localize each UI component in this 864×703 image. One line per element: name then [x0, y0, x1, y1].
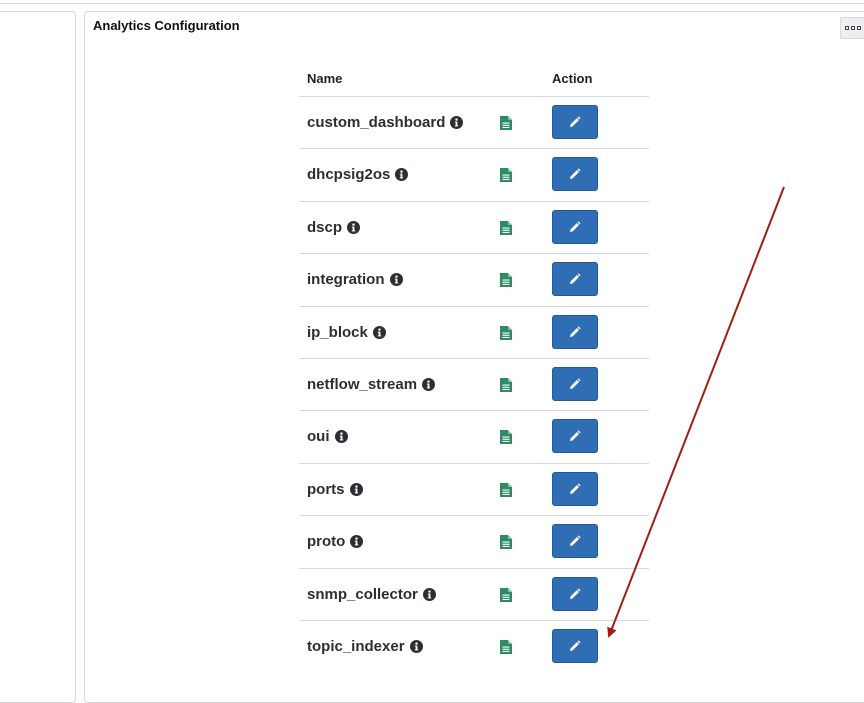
top-divider	[0, 3, 864, 4]
config-name: snmp_collector	[307, 586, 436, 603]
info-circle-icon[interactable]	[409, 639, 423, 653]
document-icon[interactable]	[499, 534, 513, 550]
table-row: oui	[299, 411, 649, 464]
info-circle-icon[interactable]	[450, 116, 464, 129]
config-name-label: custom_dashboard	[307, 114, 446, 131]
document-icon[interactable]	[499, 377, 513, 393]
edit-button[interactable]	[552, 262, 598, 297]
config-name-label: oui	[307, 428, 330, 446]
table-header: Name Action	[299, 64, 649, 97]
table-row: integration	[299, 254, 649, 307]
config-name-label: proto	[307, 533, 346, 551]
panel-title: Analytics Configuration	[93, 18, 240, 33]
config-name-label: netflow_stream	[307, 375, 418, 393]
info-circle-icon[interactable]	[350, 535, 364, 549]
info-circle-icon[interactable]	[349, 482, 363, 496]
document-icon[interactable]	[499, 115, 513, 131]
table-row: dscp	[299, 202, 649, 255]
pencil-icon	[569, 483, 581, 495]
panel-menu-icon[interactable]	[840, 17, 864, 39]
info-circle-icon[interactable]	[347, 220, 361, 234]
table-row: snmp_collector	[299, 569, 649, 621]
config-table: Name Action custom_dashboard dhcpsig2os ds…	[299, 64, 649, 672]
edit-button[interactable]	[552, 314, 598, 349]
edit-button[interactable]	[552, 419, 598, 454]
edit-button[interactable]	[552, 628, 598, 663]
info-circle-icon[interactable]	[422, 377, 436, 391]
table-body: custom_dashboard dhcpsig2os dscp integratio…	[299, 97, 649, 672]
config-name: netflow_stream	[307, 375, 436, 393]
pencil-icon	[569, 168, 581, 180]
document-icon[interactable]	[499, 272, 513, 288]
pencil-icon	[569, 430, 581, 442]
config-name-label: snmp_collector	[307, 585, 418, 603]
document-icon[interactable]	[499, 639, 513, 655]
table-row: netflow_stream	[299, 359, 649, 412]
config-name: oui	[307, 428, 348, 445]
document-icon[interactable]	[499, 587, 513, 603]
edit-button[interactable]	[552, 471, 598, 506]
edit-button[interactable]	[552, 157, 598, 192]
info-circle-icon[interactable]	[395, 168, 409, 182]
column-header-name: Name	[307, 71, 343, 86]
config-name: custom_dashboard	[307, 114, 464, 131]
config-name: integration	[307, 271, 403, 288]
config-name: dscp	[307, 218, 361, 236]
config-name: topic_indexer	[307, 638, 423, 655]
config-name-label: ports	[307, 480, 345, 498]
table-row: proto	[299, 516, 649, 569]
config-name: ip_block	[307, 324, 386, 341]
pencil-icon	[569, 273, 581, 285]
table-row: custom_dashboard	[299, 97, 649, 150]
pencil-icon	[569, 587, 581, 600]
document-icon[interactable]	[499, 429, 513, 445]
info-circle-icon[interactable]	[422, 587, 436, 601]
info-circle-icon[interactable]	[372, 325, 386, 339]
table-row: ports	[299, 464, 649, 517]
edit-button[interactable]	[552, 105, 598, 139]
pencil-icon	[569, 378, 581, 390]
config-name: dhcpsig2os	[307, 166, 409, 184]
document-icon[interactable]	[499, 167, 513, 183]
document-icon[interactable]	[499, 325, 513, 341]
config-name: ports	[307, 481, 363, 498]
edit-button[interactable]	[552, 209, 598, 244]
edit-button[interactable]	[552, 576, 598, 611]
column-header-action: Action	[552, 71, 593, 86]
edit-button[interactable]	[552, 366, 598, 401]
table-row: ip_block	[299, 307, 649, 359]
edit-button[interactable]	[552, 524, 598, 559]
pencil-icon	[569, 640, 581, 652]
config-name-label: ip_block	[307, 323, 368, 341]
config-name: proto	[307, 533, 364, 551]
config-name-label: dhcpsig2os	[307, 166, 391, 184]
document-icon[interactable]	[499, 220, 513, 236]
config-name-label: topic_indexer	[307, 637, 405, 655]
table-row: topic_indexer	[299, 621, 649, 672]
document-icon[interactable]	[499, 482, 513, 498]
pencil-icon	[569, 325, 581, 338]
pencil-icon	[569, 221, 581, 233]
info-circle-icon[interactable]	[389, 273, 403, 287]
pencil-icon	[569, 535, 581, 547]
config-name-label: integration	[307, 271, 385, 289]
left-panel	[0, 11, 76, 703]
info-circle-icon[interactable]	[334, 430, 348, 444]
config-name-label: dscp	[307, 218, 343, 236]
table-row: dhcpsig2os	[299, 149, 649, 202]
pencil-icon	[569, 116, 581, 128]
